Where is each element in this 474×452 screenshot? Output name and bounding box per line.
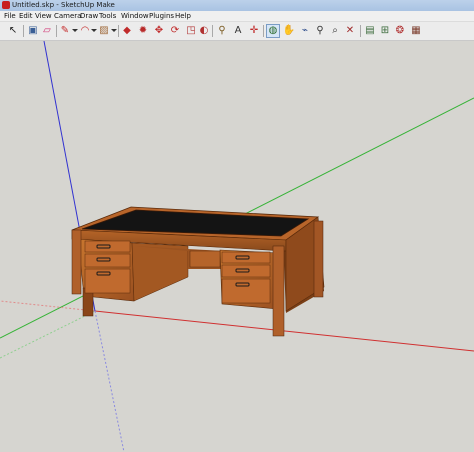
center-drawer bbox=[189, 250, 221, 268]
window-title: Untitled.skp - SketchUp Make bbox=[12, 1, 115, 9]
right-drawer-1 bbox=[221, 251, 271, 264]
desk-right-front-leg bbox=[272, 245, 285, 337]
model-canvas[interactable] bbox=[0, 41, 474, 452]
menu-window[interactable]: Window bbox=[121, 11, 149, 21]
tape-measure-icon[interactable]: ⚲ bbox=[215, 24, 229, 38]
desk-left-pedestal-side bbox=[131, 242, 189, 302]
zoom-icon[interactable]: ⚲ bbox=[313, 24, 327, 38]
rotate-icon[interactable]: ⟳ bbox=[168, 24, 182, 38]
shapes-dropdown-arrow-icon[interactable] bbox=[111, 29, 117, 32]
orbit-icon[interactable]: ◍ bbox=[266, 24, 280, 38]
shapes-icon[interactable]: ▨ bbox=[97, 24, 111, 38]
left-drawer-3 bbox=[84, 268, 131, 294]
scale-icon[interactable]: ◳ bbox=[184, 24, 198, 38]
desk-model[interactable] bbox=[71, 206, 325, 337]
extension-warehouse-icon[interactable]: ▦ bbox=[409, 24, 423, 38]
toolbar-separator bbox=[263, 25, 264, 37]
menu-draw[interactable]: Draw bbox=[80, 11, 98, 21]
menu-tools[interactable]: Tools bbox=[99, 11, 116, 21]
sketchup-window: Untitled.skp - SketchUp Make File Edit V… bbox=[0, 0, 474, 452]
menu-plugins[interactable]: Plugins bbox=[149, 11, 174, 21]
toolbar-separator bbox=[23, 25, 24, 37]
toolbar-separator bbox=[118, 25, 119, 37]
blue-axis-dotted-line bbox=[94, 310, 125, 452]
make-component-icon[interactable]: ▣ bbox=[26, 24, 40, 38]
left-drawer-1 bbox=[84, 240, 131, 253]
walk-icon[interactable]: ⌁ bbox=[298, 24, 312, 38]
desk-right-back-leg bbox=[313, 220, 324, 298]
share-model-icon[interactable]: ⊞ bbox=[378, 24, 392, 38]
paint-bucket-icon[interactable]: ◐ bbox=[197, 24, 211, 38]
move-icon[interactable]: ✥ bbox=[152, 24, 166, 38]
components-icon[interactable]: ❂ bbox=[393, 24, 407, 38]
pan-icon[interactable]: ✋ bbox=[282, 24, 296, 38]
zoom-extents-icon[interactable]: ✕ bbox=[343, 24, 357, 38]
push-pull-icon[interactable]: ◆ bbox=[120, 24, 134, 38]
main-toolbar: ↖ ▣ ▱ ✎ ◠ ▨ ◆ ✹ ✥ ⟳ ◳ ◐ ⚲ A ✛ ◍ ✋ ⌁ ⚲ ⌕ … bbox=[0, 22, 474, 41]
red-axis-dotted-line bbox=[0, 300, 96, 312]
sketchup-logo-icon bbox=[2, 1, 10, 9]
menu-bar: File Edit View Camera Draw Tools Window … bbox=[0, 11, 474, 22]
toolbar-separator bbox=[360, 25, 361, 37]
desk-left-edge-post bbox=[71, 229, 82, 295]
menu-file[interactable]: File bbox=[4, 11, 16, 21]
menu-help[interactable]: Help bbox=[175, 11, 191, 21]
text-icon[interactable]: A bbox=[231, 24, 245, 38]
drawing-viewport[interactable] bbox=[0, 41, 474, 452]
green-axis-dotted-line bbox=[0, 310, 96, 359]
menu-view[interactable]: View bbox=[35, 11, 52, 21]
warehouse-icon[interactable]: ▤ bbox=[363, 24, 377, 38]
menu-edit[interactable]: Edit bbox=[19, 11, 33, 21]
right-drawer-2 bbox=[221, 264, 271, 278]
pencil-line-icon[interactable]: ✎ bbox=[58, 24, 72, 38]
toolbar-separator bbox=[56, 25, 57, 37]
toolbar-separator bbox=[212, 25, 213, 37]
menu-camera[interactable]: Camera bbox=[54, 11, 81, 21]
red-axis-line bbox=[94, 310, 474, 352]
zoom-window-icon[interactable]: ⌕ bbox=[328, 24, 342, 38]
axes-icon[interactable]: ✛ bbox=[247, 24, 261, 38]
arc-icon[interactable]: ◠ bbox=[78, 24, 92, 38]
eraser-icon[interactable]: ▱ bbox=[40, 24, 54, 38]
select-icon[interactable]: ↖ bbox=[6, 24, 20, 38]
offset-icon[interactable]: ✹ bbox=[136, 24, 150, 38]
